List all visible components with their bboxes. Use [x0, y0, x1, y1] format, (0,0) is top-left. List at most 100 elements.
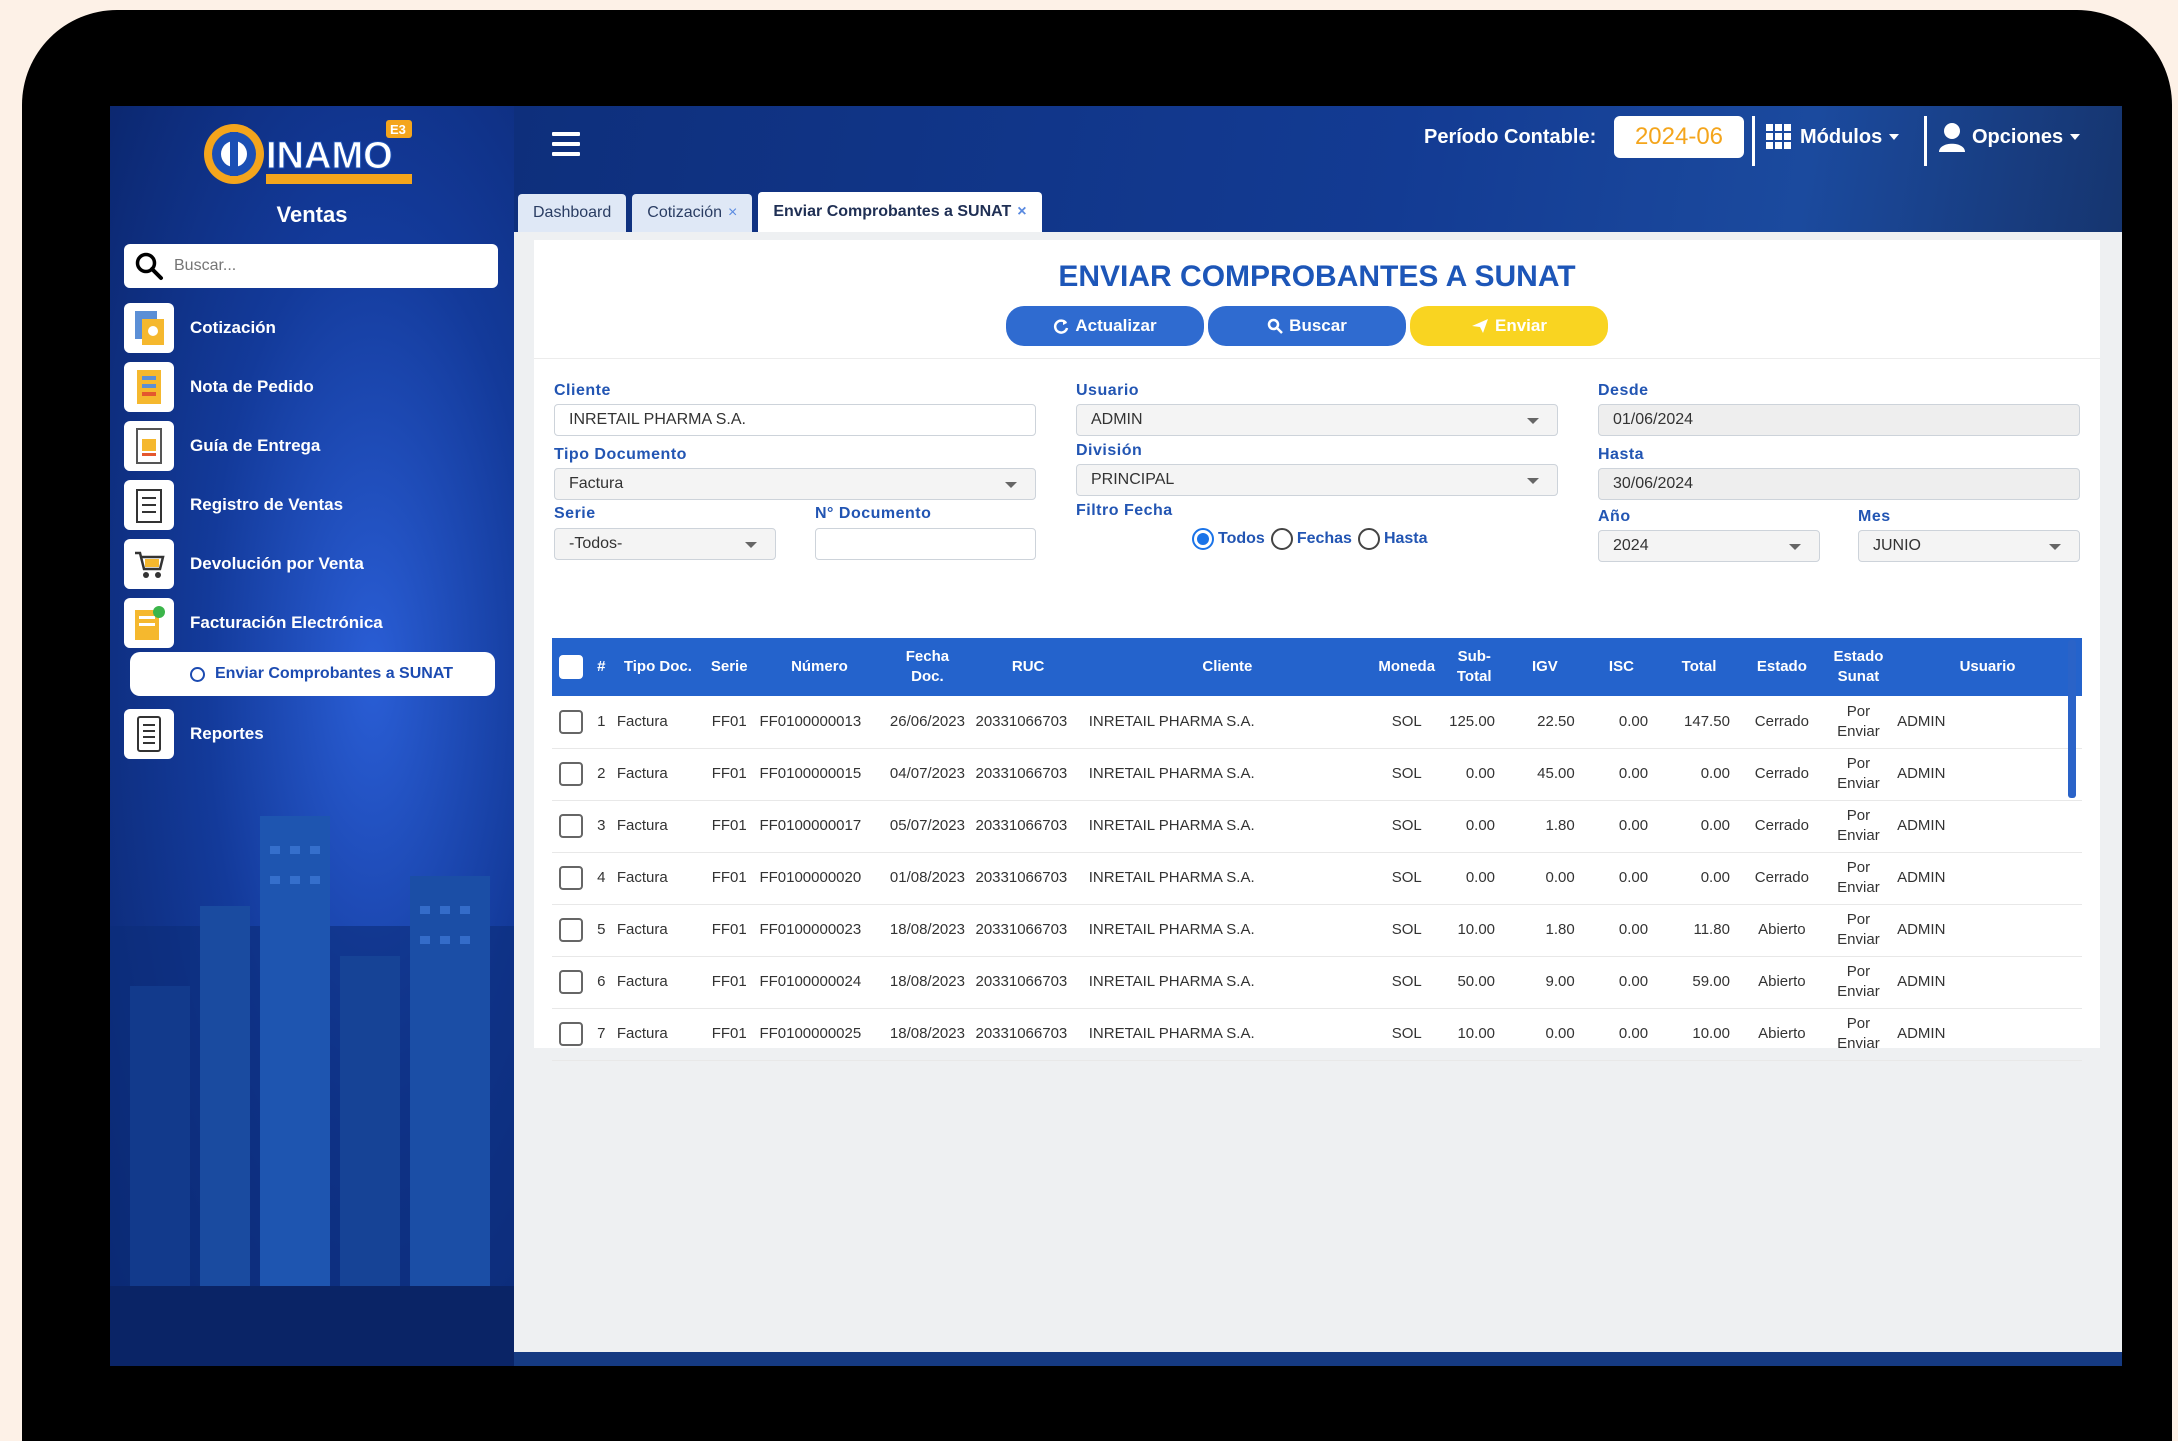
close-tab-icon[interactable]: × [1017, 203, 1026, 221]
numero-documento-field[interactable] [815, 528, 1036, 560]
radio-todos-label: Todos [1218, 530, 1265, 547]
buscar-label: Buscar [1289, 316, 1347, 335]
table-scrollbar[interactable] [2068, 640, 2076, 798]
dinamo-logo: INAMO E3 [204, 120, 412, 184]
table-cell: 05/07/2023 [883, 800, 972, 853]
reports-icon [124, 708, 174, 759]
opciones-dropdown[interactable]: Opciones [1938, 122, 2081, 152]
table-cell: 45.00 [1505, 748, 1585, 801]
row-checkbox[interactable] [558, 709, 583, 734]
page-title: ENVIAR COMPROBANTES A SUNAT [1058, 260, 1576, 293]
table-cell: FF01 [703, 956, 756, 1009]
enviar-label: Enviar [1495, 316, 1547, 335]
actualizar-button[interactable]: Actualizar [1006, 306, 1204, 346]
tipo-documento-value: Factura [569, 475, 624, 492]
table-cell: ADMIN [1893, 748, 2082, 801]
svg-text:E3: E3 [390, 122, 406, 137]
row-checkbox[interactable] [558, 918, 583, 942]
hasta-field[interactable]: 30/06/2024 [1598, 468, 2080, 500]
table-row[interactable]: 4 Factura FF01 FF0100000020 01/08/2023 203310… [552, 852, 2082, 905]
tab-cotizacion[interactable]: Cotización × [632, 194, 753, 232]
radio-todos[interactable] [1192, 528, 1214, 550]
select-all-checkbox[interactable] [558, 655, 583, 679]
radio-fechas[interactable] [1270, 528, 1293, 550]
cliente-field[interactable]: INRETAIL PHARMA S.A. [554, 404, 1036, 436]
sidebar-item-cotizacion[interactable]: Cotización [124, 298, 504, 357]
buscar-button[interactable]: Buscar [1208, 306, 1406, 346]
sidebar-item-devolucion[interactable]: Devolución por Venta [124, 534, 504, 593]
sidebar-item-registro-ventas[interactable]: Registro de Ventas [124, 475, 504, 534]
sidebar-item-reportes[interactable]: Reportes [124, 704, 504, 763]
sidebar-menu: Cotización Nota de Pedido Guía de Entreg… [124, 298, 504, 763]
tab-dashboard[interactable]: Dashboard [518, 194, 627, 232]
tab-enviar-sunat[interactable]: Enviar Comprobantes a SUNAT × [758, 192, 1042, 232]
table-cell: 0.00 [1584, 748, 1659, 801]
table-cell: 20331066703 [971, 748, 1085, 801]
sidebar-item-guia-entrega[interactable]: Guía de Entrega [124, 416, 504, 475]
serie-value: -Todos- [569, 535, 623, 552]
mes-value: JUNIO [1873, 537, 1921, 554]
quote-icon [124, 302, 174, 353]
division-select[interactable]: PRINCIPAL [1076, 464, 1558, 496]
sidebar-item-nota-pedido[interactable]: Nota de Pedido [124, 357, 504, 416]
sidebar-item-facturacion[interactable]: Facturación Electrónica [124, 593, 504, 652]
chevron-down-icon [2049, 544, 2061, 550]
tab-label: Cotización [647, 204, 722, 221]
tipo-documento-select[interactable]: Factura [554, 468, 1036, 500]
table-row[interactable]: 7 Factura FF01 FF0100000025 18/08/2023 203310… [552, 1008, 2082, 1061]
table-row[interactable]: 1 Factura FF01 FF0100000013 26/06/2023 203310… [552, 696, 2082, 749]
sidebar-search[interactable] [124, 244, 498, 288]
anio-select[interactable]: 2024 [1598, 530, 1820, 562]
table-row[interactable]: 6 Factura FF01 FF0100000024 18/08/2023 203310… [552, 956, 2082, 1009]
circle-icon [190, 666, 205, 682]
table-row[interactable]: 3 Factura FF01 FF0100000017 05/07/2023 203310… [552, 800, 2082, 853]
table-cell: 4 [589, 852, 613, 905]
tab-label: Enviar Comprobantes a SUNAT [773, 203, 1012, 220]
table-cell: FF0100000024 [755, 956, 884, 1009]
hamburger-menu-icon[interactable] [552, 132, 580, 156]
sidebar-item-label: Guía de Entrega [190, 435, 321, 455]
table-cell: INRETAIL PHARMA S.A. [1084, 956, 1371, 1009]
search-icon [124, 251, 174, 281]
radio-hasta[interactable] [1357, 528, 1380, 550]
table-cell: Por Enviar [1823, 696, 1894, 749]
table-cell: FF0100000017 [755, 800, 884, 853]
table-cell: 59.00 [1658, 956, 1740, 1009]
close-tab-icon[interactable]: × [728, 204, 737, 222]
desde-value: 01/06/2024 [1613, 411, 1694, 428]
table-cell: Factura [612, 1008, 703, 1061]
sidebar-search-input[interactable] [174, 257, 474, 275]
desde-field[interactable]: 01/06/2024 [1598, 404, 2080, 436]
chevron-down-icon [745, 542, 757, 548]
table-row[interactable]: 5 Factura FF01 FF0100000023 18/08/2023 203310… [552, 904, 2082, 957]
table-row[interactable]: 2 Factura FF01 FF0100000015 04/07/2023 203310… [552, 748, 2082, 801]
column-header: IGV [1505, 638, 1585, 696]
row-checkbox[interactable] [558, 762, 583, 786]
row-checkbox[interactable] [558, 1022, 583, 1046]
table-cell: 26/06/2023 [883, 696, 972, 749]
usuario-select[interactable]: ADMIN [1076, 404, 1558, 436]
sidebar-subitem-enviar-sunat[interactable]: Enviar Comprobantes a SUNAT [130, 652, 495, 696]
table-cell: SOL [1370, 696, 1444, 749]
row-select-cell [552, 852, 590, 905]
table-cell: Por Enviar [1823, 956, 1894, 1009]
app-window: INAMO E3 Ventas Cotización [110, 106, 2122, 1366]
row-checkbox[interactable] [558, 814, 583, 838]
serie-select[interactable]: -Todos- [554, 528, 776, 560]
row-checkbox[interactable] [558, 970, 583, 994]
opciones-label: Opciones [1972, 125, 2064, 148]
row-checkbox[interactable] [558, 866, 583, 890]
filtro-fecha-radios: Todos Fechas Hasta [1192, 528, 1434, 550]
column-header: Serie [703, 638, 756, 696]
table-cell: 0.00 [1584, 904, 1659, 957]
table-cell: FF0100000023 [755, 904, 884, 957]
tipo-documento-label: Tipo Documento [554, 446, 687, 463]
enviar-button[interactable]: Enviar [1410, 306, 1608, 346]
periodo-value[interactable]: 2024-06 [1614, 116, 1744, 158]
row-select-cell [552, 956, 590, 1009]
modulos-dropdown[interactable]: Módulos [1766, 124, 1900, 150]
row-select-cell [552, 1008, 590, 1061]
comprobantes-table: # Tipo Doc. Serie Número Fecha Doc. RUC … [552, 638, 2082, 1061]
column-header: ISC [1584, 638, 1659, 696]
mes-select[interactable]: JUNIO [1858, 530, 2080, 562]
